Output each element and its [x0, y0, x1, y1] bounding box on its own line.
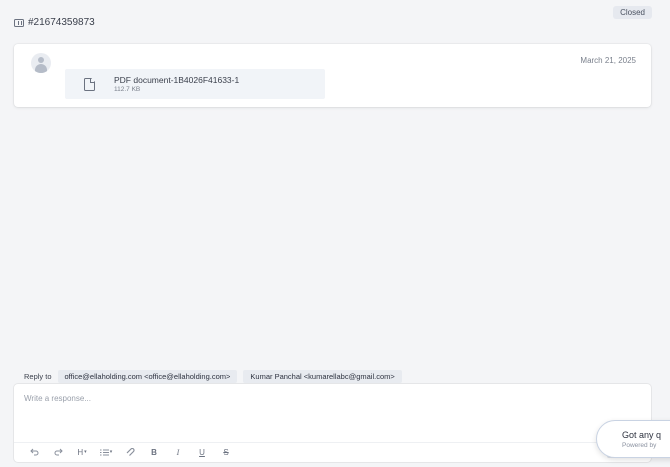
message-date: March 21, 2025 — [580, 56, 636, 65]
attachment-item[interactable]: PDF document-1B4026F41633-1 112.7 KB — [65, 69, 325, 99]
recipient-chip[interactable]: Kumar Panchal <kumarellabc@gmail.com> — [243, 370, 402, 383]
redo-icon[interactable] — [46, 445, 70, 459]
attachment-size: 112.7 KB — [114, 86, 141, 93]
formatting-toolbar: H ▾ ▾ B I U S — [22, 445, 238, 459]
ticket-icon — [14, 18, 24, 27]
list-icon — [99, 449, 109, 455]
attachment-name: PDF document-1B4026F41633-1 — [114, 75, 240, 85]
chat-widget[interactable]: Got any q Powered by — [596, 420, 670, 458]
message-card: March 21, 2025 PDF document-1B4026F41633… — [14, 44, 651, 107]
underline-button[interactable]: U — [190, 445, 214, 459]
user-avatar-icon — [31, 53, 51, 73]
list-dropdown[interactable]: ▾ — [94, 445, 118, 459]
heading-label: H — [77, 447, 84, 457]
ticket-page: #21674359873 Closed March 21, 2025 PDF d… — [0, 0, 670, 467]
undo-icon[interactable] — [22, 445, 46, 459]
reply-to-row: Reply to office@ellaholding.com <office@… — [24, 370, 402, 383]
response-input[interactable] — [24, 389, 634, 407]
attach-icon[interactable] — [118, 445, 142, 459]
recipient-chip[interactable]: office@ellaholding.com <office@ellaholdi… — [57, 370, 238, 383]
heading-dropdown[interactable]: H ▾ — [70, 445, 94, 459]
ticket-id: #21674359873 — [28, 17, 95, 28]
response-composer: H ▾ ▾ B I U S — [14, 384, 651, 462]
chevron-down-icon: ▾ — [84, 449, 87, 455]
strikethrough-button[interactable]: S — [214, 445, 238, 459]
chat-widget-title: Got any q — [622, 430, 662, 440]
reply-to-label: Reply to — [24, 372, 52, 381]
ticket-header: #21674359873 — [14, 17, 95, 28]
chat-widget-powered-by: Powered by — [622, 442, 657, 449]
file-icon — [84, 78, 95, 91]
toolbar-divider — [14, 442, 651, 443]
status-badge: Closed — [613, 6, 652, 19]
italic-button[interactable]: I — [166, 445, 190, 459]
bold-button[interactable]: B — [142, 445, 166, 459]
chevron-down-icon: ▾ — [109, 449, 113, 455]
